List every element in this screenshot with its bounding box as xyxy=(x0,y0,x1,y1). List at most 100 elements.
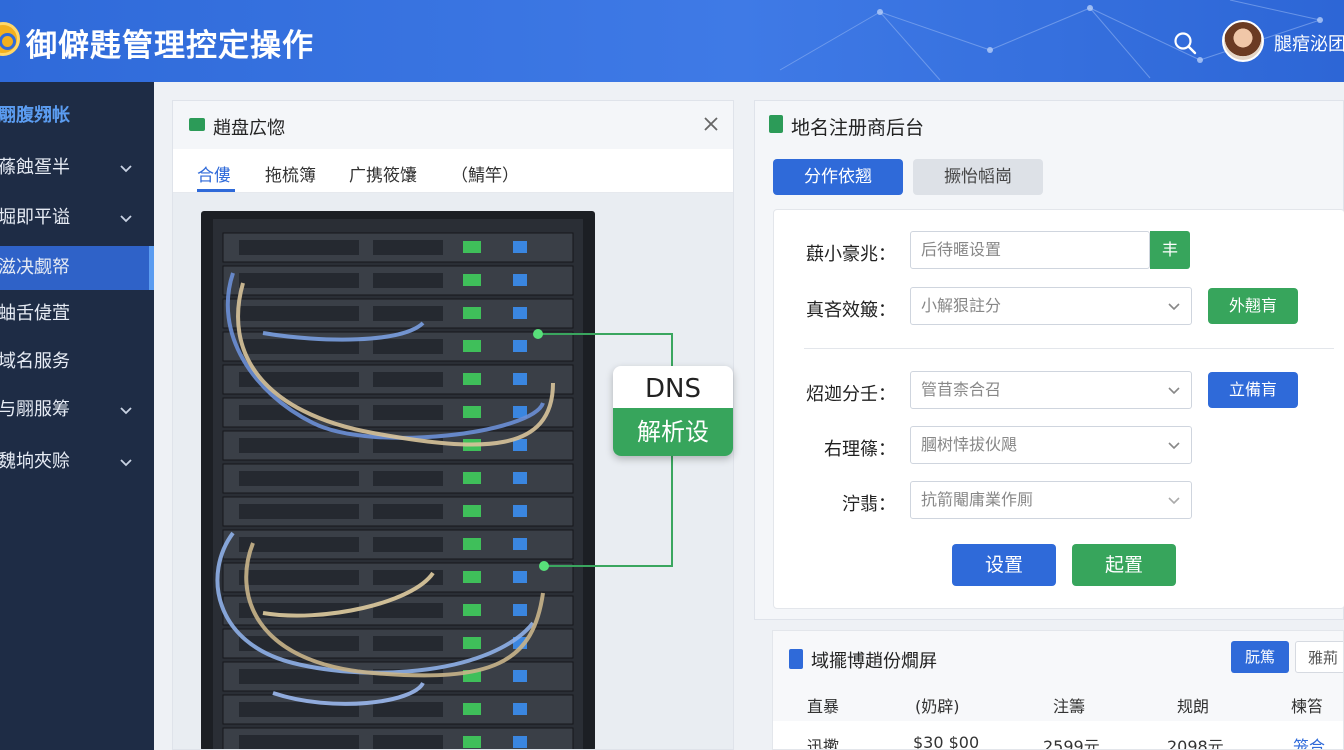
server-vent xyxy=(239,471,359,486)
sidebar-header: 翢腹翙帐 xyxy=(0,105,70,126)
server-vent xyxy=(373,372,443,387)
app-title: 御僻韪管理控定操作 xyxy=(26,28,314,64)
server-vent xyxy=(373,339,443,354)
form-row-3-button[interactable]: 立備肓 xyxy=(1208,372,1298,408)
form-select-4[interactable]: 膕树悻拔伙飓 xyxy=(910,426,1192,464)
user-avatar[interactable] xyxy=(1222,20,1264,62)
status-led xyxy=(463,274,481,286)
server-vent xyxy=(373,240,443,255)
server-vent xyxy=(373,306,443,321)
user-name[interactable]: 腿痯泌团 xyxy=(1274,30,1344,56)
sidebar-item-7[interactable]: 魏垧夾赊 xyxy=(0,440,154,484)
chevron-down-icon xyxy=(1168,497,1180,505)
status-led xyxy=(463,571,481,583)
table-header-cell: 注籌 xyxy=(1053,697,1086,716)
server-vent xyxy=(373,570,443,585)
active-tab-underline xyxy=(197,189,235,192)
port-led xyxy=(513,703,527,715)
segment-secondary[interactable]: 撅怡幍崗 xyxy=(913,159,1043,195)
port-led xyxy=(513,274,527,286)
form-select-3[interactable]: 管苜柰合召 xyxy=(910,371,1192,409)
status-led xyxy=(463,703,481,715)
sidebar-item-6[interactable]: 与翢服筹 xyxy=(0,388,154,432)
sidebar-item-2[interactable]: 堀即平谥 xyxy=(0,196,154,240)
sidebar-item-3-active[interactable]: 滋决觑帑 xyxy=(0,246,154,290)
form-label-2: 真吝效簸： xyxy=(806,300,896,321)
server-vent xyxy=(239,735,359,749)
chevron-down-icon xyxy=(1168,442,1180,450)
submit-button[interactable]: 设置 xyxy=(952,544,1056,586)
status-led xyxy=(463,307,481,319)
table-title: 域擺博趙份燗屛 xyxy=(811,651,937,672)
close-icon[interactable] xyxy=(701,114,721,134)
app-logo xyxy=(0,22,20,56)
panel-title: 趙盘広惚 xyxy=(213,118,285,139)
status-led xyxy=(463,241,481,253)
table-header-cell: 规朗 xyxy=(1177,697,1210,716)
server-vent xyxy=(373,636,443,651)
status-led xyxy=(463,505,481,517)
sidebar: 翢腹翙帐 蓧蝕疍半 堀即平谥 滋决觑帑 蚰舌偼萓 域名服务 与翢服筹 魏垧夾赊 xyxy=(0,82,154,750)
table-primary-button[interactable]: 朊篤 xyxy=(1231,641,1289,673)
port-led xyxy=(513,472,527,484)
table-secondary-button[interactable]: 雅荊 xyxy=(1295,641,1343,673)
tab-2[interactable]: 拖梳簿 xyxy=(265,161,316,186)
status-led xyxy=(463,472,481,484)
form-input-1-addon-button[interactable]: 丰 xyxy=(1150,231,1190,269)
pricing-table-card: 域擺博趙份燗屛 朊篤 雅荊 直暴 (奶辟) 注籌 规朗 楝笞 迅擹 $30 $0… xyxy=(772,630,1344,750)
status-led xyxy=(463,637,481,649)
form-label-1: 蕻小豪兆： xyxy=(806,244,896,265)
monitor-icon xyxy=(189,118,205,131)
registrar-panel: 地名注册商后台 分作依翘 撅怡幍崗 蕻小豪兆： 后待暱设置 丰 真吝效簸： 小解… xyxy=(754,100,1344,620)
table-cell-link[interactable]: 笼合 xyxy=(1293,733,1325,749)
dns-sublabel: 解析设 xyxy=(613,408,733,456)
port-led xyxy=(513,241,527,253)
tab-1[interactable]: 合僂 xyxy=(197,161,231,186)
chevron-down-icon xyxy=(120,459,132,467)
panel-tabs: 合僂 拖梳簿 广携筱馕 （鯖竿） xyxy=(173,149,733,193)
form-divider xyxy=(804,348,1334,349)
reset-button[interactable]: 起置 xyxy=(1072,544,1176,586)
panel-header: 趙盘広惚 xyxy=(173,101,733,149)
port-led xyxy=(513,736,527,748)
server-vent xyxy=(373,273,443,288)
server-vent xyxy=(239,570,359,585)
sidebar-item-domain-service[interactable]: 域名服务 xyxy=(0,340,154,384)
chevron-down-icon xyxy=(1168,387,1180,395)
status-led xyxy=(463,373,481,385)
server-vent xyxy=(373,504,443,519)
server-vent xyxy=(373,702,443,717)
settings-form: 蕻小豪兆： 后待暱设置 丰 真吝效簸： 小解狠註分 外翹肓 炤迦分壬： 管苜柰合… xyxy=(773,209,1344,609)
tab-3[interactable]: 广携筱馕 xyxy=(349,161,417,186)
sidebar-item-1[interactable]: 蓧蝕疍半 xyxy=(0,146,154,190)
port-led xyxy=(513,538,527,550)
status-led xyxy=(463,538,481,550)
tab-4[interactable]: （鯖竿） xyxy=(451,161,519,186)
search-icon[interactable] xyxy=(1172,30,1198,56)
form-input-1[interactable]: 后待暱设置 xyxy=(910,231,1150,269)
top-bar: 御僻韪管理控定操作 腿痯泌团 xyxy=(0,0,1344,82)
table-cell: 2599元 xyxy=(1043,737,1100,750)
server-vent xyxy=(239,306,359,321)
table-icon xyxy=(789,649,803,669)
status-led xyxy=(463,604,481,616)
form-label-5: 泞翡： xyxy=(842,494,896,515)
chevron-down-icon xyxy=(120,407,132,415)
form-label-3: 炤迦分壬： xyxy=(806,384,896,405)
server-vent xyxy=(373,603,443,618)
port-led xyxy=(513,505,527,517)
table-cell: 迅擹 xyxy=(807,737,840,750)
dns-label: DNS xyxy=(645,374,701,404)
dns-resolution-card[interactable]: DNS 解析设 xyxy=(613,366,733,456)
port-led xyxy=(513,571,527,583)
server-vent xyxy=(239,273,359,288)
form-select-2[interactable]: 小解狠註分 xyxy=(910,287,1192,325)
form-row-2-button[interactable]: 外翹肓 xyxy=(1208,288,1298,324)
server-vent xyxy=(239,504,359,519)
form-select-5[interactable]: 抗箭閹庸業作厠 xyxy=(910,481,1192,519)
table-cell: 2098元 xyxy=(1167,737,1224,750)
sidebar-item-4[interactable]: 蚰舌偼萓 xyxy=(0,292,154,336)
port-led xyxy=(513,373,527,385)
chevron-down-icon xyxy=(1168,303,1180,311)
segment-primary[interactable]: 分作依翘 xyxy=(773,159,903,195)
